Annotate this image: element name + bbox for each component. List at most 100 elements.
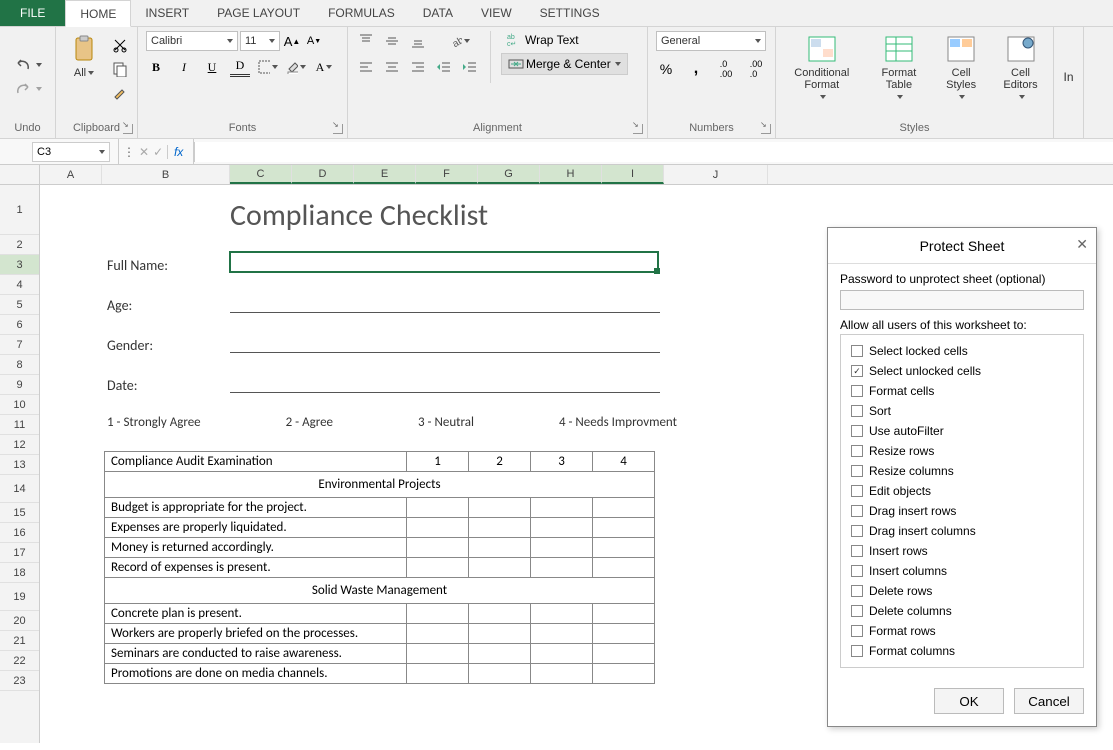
age-input-line[interactable] bbox=[230, 293, 660, 313]
name-box[interactable]: C3 bbox=[32, 142, 110, 162]
rating-cell[interactable] bbox=[469, 558, 531, 578]
number-format-select[interactable]: General bbox=[656, 31, 766, 51]
perm-select-unlocked-cells[interactable]: ✓Select unlocked cells bbox=[851, 361, 1073, 381]
perm-insert-columns[interactable]: Insert columns bbox=[851, 561, 1073, 581]
fill-handle[interactable] bbox=[654, 268, 660, 274]
tab-data[interactable]: DATA bbox=[409, 0, 467, 26]
decrease-decimal-button[interactable]: .00.0 bbox=[746, 59, 766, 79]
rating-cell[interactable] bbox=[407, 538, 469, 558]
rating-cell[interactable] bbox=[469, 538, 531, 558]
fonts-dialog-launcher[interactable] bbox=[333, 124, 343, 134]
row-header-10[interactable]: 10 bbox=[0, 395, 39, 415]
col-header-C[interactable]: C bbox=[230, 165, 292, 184]
rating-cell[interactable] bbox=[531, 664, 593, 684]
perm-format-cells[interactable]: Format cells bbox=[851, 381, 1073, 401]
row-header-20[interactable]: 20 bbox=[0, 611, 39, 631]
row-header-13[interactable]: 13 bbox=[0, 455, 39, 475]
perm-sort[interactable]: Sort bbox=[851, 401, 1073, 421]
cancel-formula-icon[interactable]: ✕ bbox=[139, 145, 149, 159]
item-cell[interactable]: Workers are properly briefed on the proc… bbox=[105, 624, 407, 644]
align-center-button[interactable] bbox=[382, 57, 402, 77]
row-header-18[interactable]: 18 bbox=[0, 563, 39, 583]
col-header-F[interactable]: F bbox=[416, 165, 478, 184]
cancel-button[interactable]: Cancel bbox=[1014, 688, 1084, 714]
perm-resize-columns[interactable]: Resize columns bbox=[851, 461, 1073, 481]
tab-view[interactable]: VIEW bbox=[467, 0, 526, 26]
selected-cell[interactable] bbox=[229, 251, 659, 273]
rating-cell[interactable] bbox=[469, 604, 531, 624]
formula-bar-expand[interactable]: ⋮ bbox=[123, 145, 135, 159]
perm-delete-rows[interactable]: Delete rows bbox=[851, 581, 1073, 601]
rating-cell[interactable] bbox=[469, 498, 531, 518]
gender-input-line[interactable] bbox=[230, 333, 660, 353]
rating-cell[interactable] bbox=[407, 518, 469, 538]
increase-font-button[interactable]: A▲ bbox=[282, 31, 302, 51]
row-header-1[interactable]: 1 bbox=[0, 185, 39, 235]
row-header-7[interactable]: 7 bbox=[0, 335, 39, 355]
item-cell[interactable]: Record of expenses is present. bbox=[105, 558, 407, 578]
cut-button[interactable] bbox=[110, 35, 130, 55]
decrease-font-button[interactable]: A▼ bbox=[304, 31, 324, 51]
row-header-3[interactable]: 3 bbox=[0, 255, 39, 275]
perm-edit-objects[interactable]: Edit objects bbox=[851, 481, 1073, 501]
rating-cell[interactable] bbox=[593, 624, 655, 644]
rating-cell[interactable] bbox=[593, 538, 655, 558]
row-header-17[interactable]: 17 bbox=[0, 543, 39, 563]
perm-use-autofilter[interactable]: Use autoFilter bbox=[851, 421, 1073, 441]
format-table-button[interactable]: Format Table bbox=[872, 31, 927, 105]
rating-cell[interactable] bbox=[593, 558, 655, 578]
rating-cell[interactable] bbox=[531, 604, 593, 624]
rating-cell[interactable] bbox=[469, 644, 531, 664]
insert-function-button[interactable]: fx bbox=[167, 145, 189, 159]
undo-button[interactable] bbox=[14, 58, 42, 72]
double-underline-button[interactable]: D bbox=[230, 57, 250, 77]
align-middle-button[interactable] bbox=[382, 31, 402, 51]
redo-button[interactable] bbox=[14, 82, 42, 96]
row-header-9[interactable]: 9 bbox=[0, 375, 39, 395]
alignment-dialog-launcher[interactable] bbox=[633, 124, 643, 134]
ok-button[interactable]: OK bbox=[934, 688, 1004, 714]
conditional-format-button[interactable]: Conditional Format bbox=[784, 31, 860, 105]
tab-insert[interactable]: INSERT bbox=[131, 0, 203, 26]
italic-button[interactable]: I bbox=[174, 57, 194, 77]
tab-page-layout[interactable]: PAGE LAYOUT bbox=[203, 0, 314, 26]
rating-cell[interactable] bbox=[531, 624, 593, 644]
perm-format-columns[interactable]: Format columns bbox=[851, 641, 1073, 661]
fontsize-select[interactable]: 11 bbox=[240, 31, 280, 51]
row-header-14[interactable]: 14 bbox=[0, 475, 39, 503]
rating-cell[interactable] bbox=[407, 604, 469, 624]
rating-cell[interactable] bbox=[531, 518, 593, 538]
rating-cell[interactable] bbox=[407, 498, 469, 518]
perm-drag-insert-columns[interactable]: Drag insert columns bbox=[851, 521, 1073, 541]
copy-button[interactable] bbox=[110, 59, 130, 79]
item-cell[interactable]: Seminars are conducted to raise awarenes… bbox=[105, 644, 407, 664]
formula-input[interactable] bbox=[194, 142, 1113, 162]
fill-color-button[interactable] bbox=[286, 57, 306, 77]
rating-cell[interactable] bbox=[469, 664, 531, 684]
align-top-button[interactable] bbox=[356, 31, 376, 51]
align-left-button[interactable] bbox=[356, 57, 376, 77]
rating-cell[interactable] bbox=[469, 624, 531, 644]
perm-resize-rows[interactable]: Resize rows bbox=[851, 441, 1073, 461]
wrap-text-button[interactable]: abc↵ Wrap Text bbox=[501, 31, 628, 49]
orientation-button[interactable]: ab bbox=[450, 31, 470, 51]
rating-cell[interactable] bbox=[531, 498, 593, 518]
rating-cell[interactable] bbox=[469, 518, 531, 538]
item-cell[interactable]: Concrete plan is present. bbox=[105, 604, 407, 624]
rating-cell[interactable] bbox=[407, 664, 469, 684]
col-header-A[interactable]: A bbox=[40, 165, 102, 184]
cell-editors-button[interactable]: Cell Editors bbox=[996, 31, 1045, 105]
decrease-indent-button[interactable] bbox=[434, 57, 454, 77]
rating-cell[interactable] bbox=[593, 518, 655, 538]
tab-formulas[interactable]: FORMULAS bbox=[314, 0, 409, 26]
borders-button[interactable] bbox=[258, 57, 278, 77]
numbers-dialog-launcher[interactable] bbox=[761, 124, 771, 134]
rating-cell[interactable] bbox=[531, 644, 593, 664]
rating-cell[interactable] bbox=[407, 558, 469, 578]
rating-cell[interactable] bbox=[407, 644, 469, 664]
row-header-5[interactable]: 5 bbox=[0, 295, 39, 315]
increase-indent-button[interactable] bbox=[460, 57, 480, 77]
rating-cell[interactable] bbox=[593, 644, 655, 664]
row-header-23[interactable]: 23 bbox=[0, 671, 39, 691]
item-cell[interactable]: Money is returned accordingly. bbox=[105, 538, 407, 558]
